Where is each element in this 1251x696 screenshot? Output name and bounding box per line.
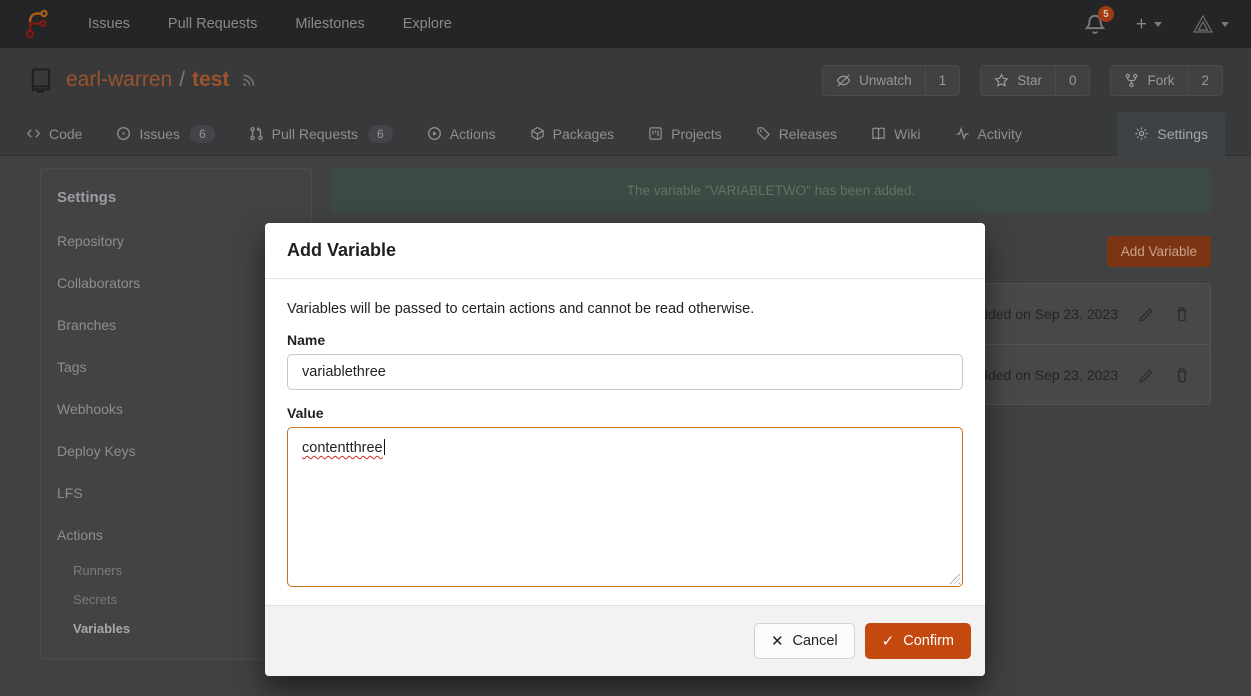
check-icon: ✓ [882,634,895,649]
modal-header: Add Variable [265,223,985,279]
cancel-button[interactable]: ✕ Cancel [754,623,855,659]
x-icon: ✕ [771,634,784,649]
modal-footer: ✕ Cancel ✓ Confirm [265,605,985,676]
name-field-label: Name [287,332,963,348]
textarea-content: contentthree [302,440,383,456]
resize-handle[interactable] [949,573,960,584]
modal-description: Variables will be passed to certain acti… [287,301,963,317]
add-variable-modal: Add Variable Variables will be passed to… [265,223,985,676]
value-field-label: Value [287,405,963,421]
modal-title: Add Variable [287,240,396,260]
text-cursor [384,439,386,455]
confirm-button[interactable]: ✓ Confirm [865,623,971,659]
variable-value-textarea[interactable]: contentthree [287,427,963,587]
modal-body: Variables will be passed to certain acti… [265,279,985,605]
variable-name-input[interactable] [287,354,963,390]
